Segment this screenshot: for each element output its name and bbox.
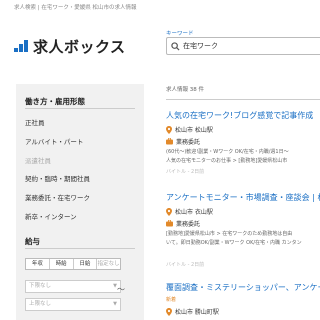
logo-text: 求人ボックス	[33, 38, 126, 56]
job-desc-line: 人気の在宅モニターのお仕事 > [勤務地]愛媛県松山市	[166, 158, 288, 164]
keyword-search-box[interactable]	[166, 37, 320, 55]
job-type: 業務委託	[166, 219, 200, 228]
filter-outsourcing-remote[interactable]: 業務委託・在宅ワーク	[25, 192, 90, 202]
logo-mark-icon	[14, 39, 30, 54]
chevron-down-icon: ▼	[113, 301, 117, 307]
result-count: 求人情報 38 件	[166, 87, 204, 93]
job-description: (60代〜)歓迎!副業・Wワーク OK/在宅・内職/週1日〜 人気の在宅モニター…	[166, 148, 320, 166]
briefcase-icon	[166, 220, 173, 227]
employment-type-heading: 働き方・雇用形態	[25, 97, 85, 106]
job-desc-line: いて。即日勤務OK/副業・Wワーク OK/在宅・内職 カンタン	[166, 240, 302, 246]
new-badge: 新着	[166, 297, 177, 303]
job-desc-line: (60代〜)歓迎!副業・Wワーク OK/在宅・内職/週1日〜	[166, 149, 289, 155]
pay-heading: 給与	[25, 237, 40, 246]
divider	[25, 248, 135, 249]
divider	[25, 108, 135, 109]
search-icon	[171, 41, 180, 51]
divider	[166, 99, 320, 100]
job-location-text: 松山市 勝山町駅	[175, 309, 219, 316]
breadcrumb-current: 在宅ワーク・愛媛県 松山市の求人情報	[41, 5, 137, 11]
location-pin-icon	[166, 307, 172, 316]
job-desc-line: [勤務地]愛媛県松山市 > 在宅ワークのため勤務地は自由	[166, 231, 293, 237]
pay-type-tabs: 年収 時給 日給 指定なし	[25, 258, 121, 270]
job-type-text: 業務委託	[176, 139, 201, 146]
pay-max-select[interactable]: 上限なし ▼	[25, 298, 121, 311]
job-title-link[interactable]: 覆面調査・ミステリーショッパー、アンケート	[166, 282, 320, 293]
pay-tab-daily[interactable]: 日給	[74, 259, 98, 269]
pay-max-value: 上限なし	[29, 301, 52, 307]
keyword-label: キーワード	[166, 31, 194, 37]
filter-parttime[interactable]: アルバイト・パート	[25, 136, 83, 146]
filter-contract[interactable]: 契約・臨時・期間社員	[25, 173, 90, 183]
pay-tab-unspecified[interactable]: 指定なし	[97, 259, 120, 269]
filter-temp-staff: 派遣社員	[25, 157, 51, 165]
job-type-text: 業務委託	[176, 221, 201, 228]
job-title-link[interactable]: アンケートモニター・市場調査・座談会 | 株式	[166, 192, 320, 203]
job-location: 松山市 勝山町駅	[166, 307, 219, 316]
pay-min-select[interactable]: 下限なし ▼	[25, 280, 121, 293]
site-logo[interactable]: 求人ボックス	[14, 36, 126, 57]
job-source: バイトル - 2日前	[166, 262, 205, 268]
breadcrumb: 求人検索 | 在宅ワーク・愛媛県 松山市の求人情報	[14, 5, 137, 11]
job-location: 松山市 衣山駅	[166, 207, 213, 216]
job-type: 業務委託	[166, 137, 200, 146]
pay-tab-annual[interactable]: 年収	[26, 259, 50, 269]
filter-newgrad-intern[interactable]: 新卒・インターン	[25, 211, 77, 221]
pay-range-separator: 〜	[117, 285, 125, 294]
pay-min-value: 下限なし	[29, 283, 52, 289]
job-location-text: 松山市 松山駅	[175, 127, 213, 134]
job-title-link[interactable]: 人気の在宅ワーク!ブログ感覚で記事作成	[166, 110, 320, 121]
job-location-text: 松山市 衣山駅	[175, 209, 213, 216]
breadcrumb-item[interactable]: 求人検索	[14, 5, 36, 11]
keyword-input[interactable]	[183, 42, 303, 50]
location-pin-icon	[166, 125, 172, 134]
location-pin-icon	[166, 207, 172, 216]
filter-fulltime[interactable]: 正社員	[25, 117, 45, 127]
job-location: 松山市 松山駅	[166, 125, 213, 134]
job-source: バイトル - 2日前	[166, 169, 205, 175]
pay-tab-hourly[interactable]: 時給	[50, 259, 74, 269]
job-description: [勤務地]愛媛県松山市 > 在宅ワークのため勤務地は自由 いて。即日勤務OK/副…	[166, 230, 320, 248]
briefcase-icon	[166, 138, 173, 145]
